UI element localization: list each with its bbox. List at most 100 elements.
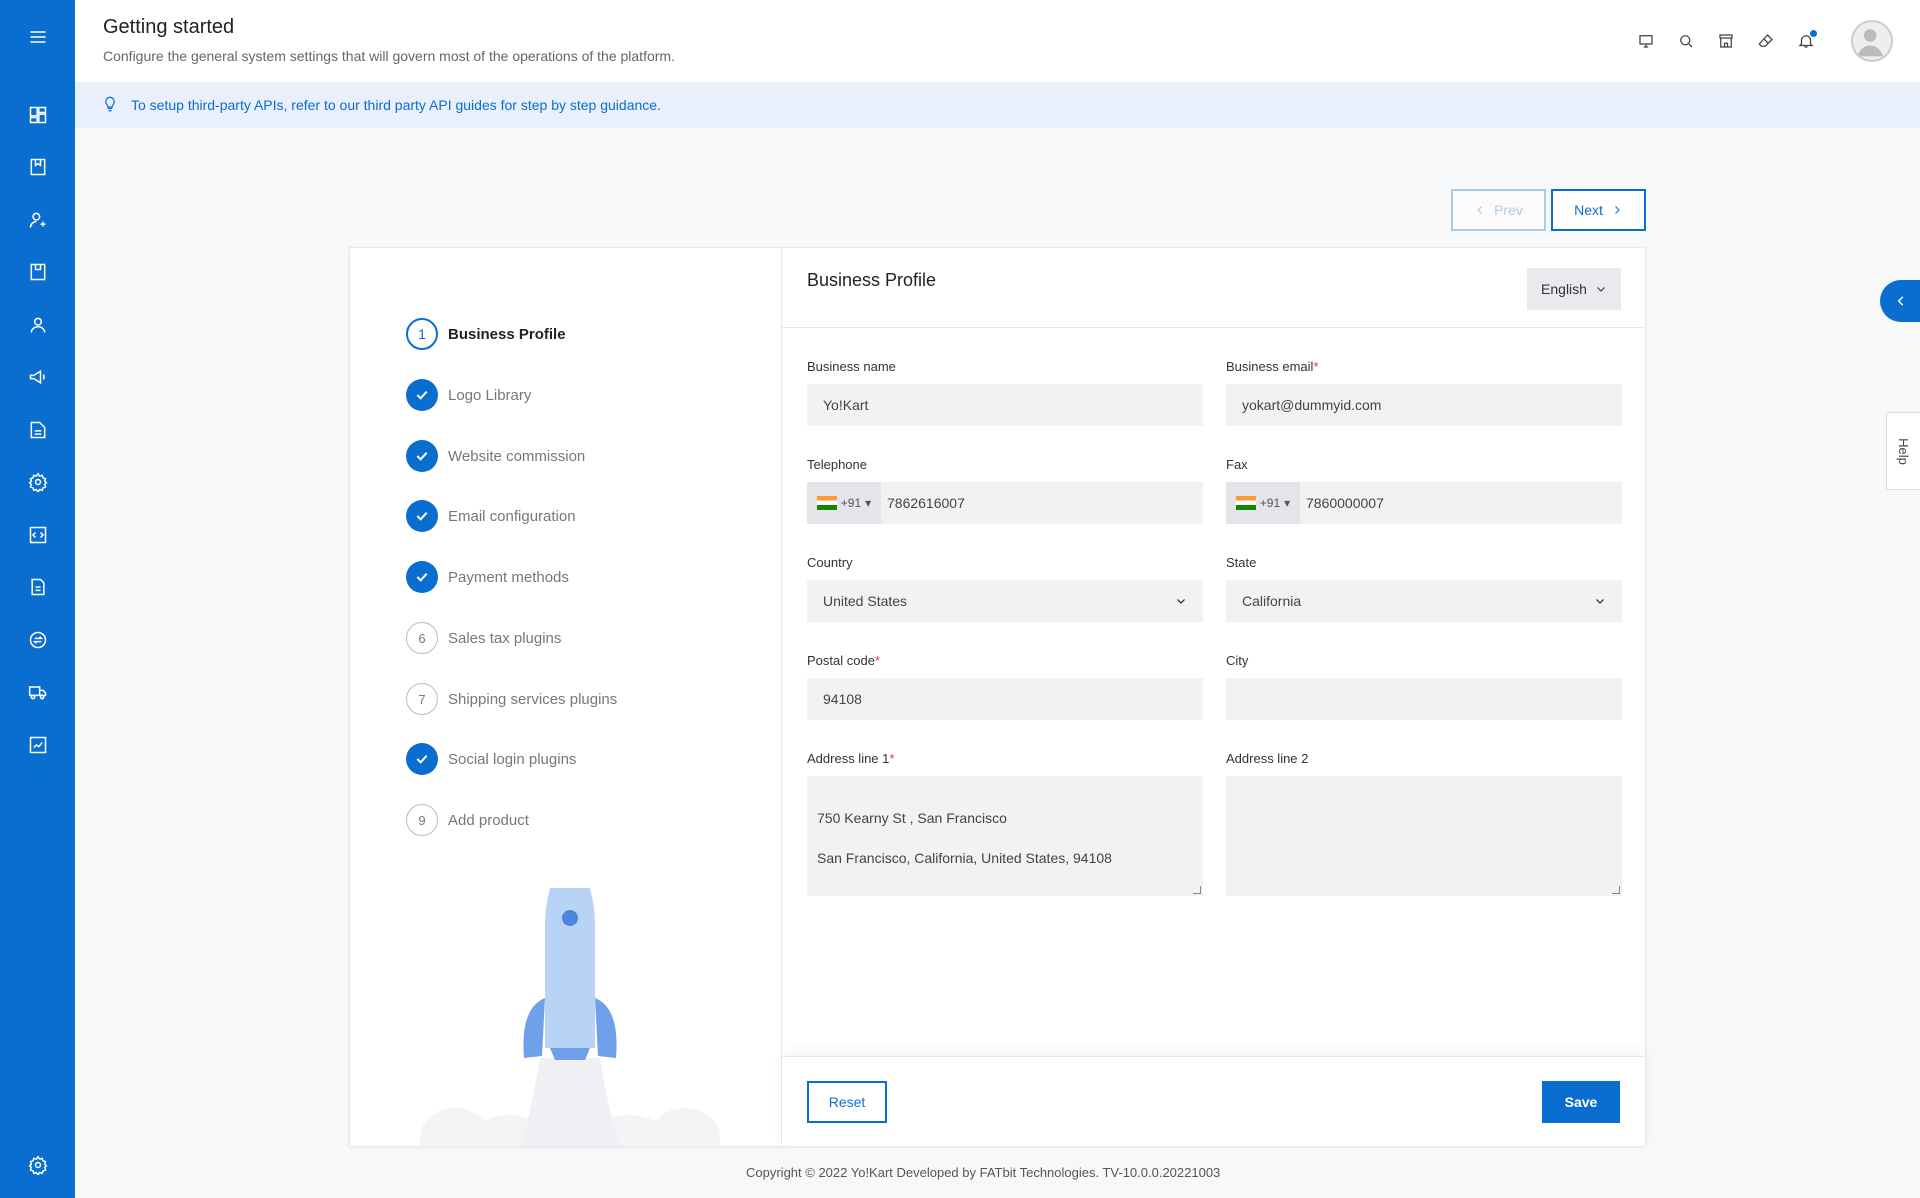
truck-icon[interactable]	[23, 677, 53, 707]
avatar[interactable]	[1851, 20, 1893, 62]
step-label: Social login plugins	[448, 750, 577, 768]
menu-icon[interactable]	[23, 22, 53, 52]
step-label: Email configuration	[448, 507, 576, 525]
info-notice: To setup third-party APIs, refer to our …	[75, 82, 1920, 128]
step-label: Business Profile	[448, 325, 566, 343]
form-header: Business Profile English	[782, 248, 1646, 328]
country-value: United States	[823, 593, 908, 609]
step-business-profile[interactable]: 1 Business Profile	[406, 317, 566, 351]
address-line-1-textarea[interactable]: 750 Kearny St , San Francisco San Franci…	[807, 776, 1203, 896]
lightbulb-icon	[101, 95, 121, 115]
chevron-left-icon	[1477, 206, 1482, 214]
page-subtitle: Configure the general system settings th…	[103, 48, 675, 64]
save-button[interactable]: Save	[1542, 1081, 1620, 1123]
step-label: Website commission	[448, 447, 586, 465]
check-icon	[406, 743, 438, 775]
chevron-left-icon	[1897, 296, 1904, 306]
store-icon[interactable]	[1713, 28, 1739, 54]
user-icon[interactable]	[23, 310, 53, 340]
business-name-label: Business name	[807, 359, 896, 374]
postal-code-label: Postal code*	[807, 653, 880, 668]
add-user-icon[interactable]	[23, 205, 53, 235]
step-number: 9	[406, 804, 438, 836]
setup-card: 1 Business Profile Logo Library Website …	[349, 247, 1646, 1147]
exchange-icon[interactable]	[23, 625, 53, 655]
telephone-dial-code-select[interactable]: +91 ▾	[807, 482, 881, 524]
india-flag-icon	[816, 496, 837, 510]
business-email-label: Business email*	[1226, 359, 1319, 374]
rocket-illustration	[420, 888, 720, 1146]
document-icon[interactable]	[23, 572, 53, 602]
dashboard-icon[interactable]	[23, 100, 53, 130]
step-social-login-plugins[interactable]: Social login plugins	[406, 742, 576, 776]
caret-down-icon: ▾	[1284, 496, 1291, 510]
form-title: Business Profile	[807, 270, 937, 290]
prev-label: Prev	[1494, 202, 1523, 218]
resize-handle[interactable]	[1193, 886, 1201, 894]
step-label: Payment methods	[448, 568, 569, 586]
step-label: Logo Library	[448, 386, 532, 404]
chevron-down-icon	[1177, 599, 1185, 604]
country-label: Country	[807, 555, 853, 570]
chevron-down-icon	[1596, 599, 1604, 604]
postal-code-input[interactable]: 94108	[807, 678, 1203, 720]
bell-icon[interactable]	[1793, 28, 1819, 54]
business-email-input[interactable]: yokart@dummyid.com	[1226, 384, 1622, 426]
city-input[interactable]	[1226, 678, 1622, 720]
check-icon	[406, 379, 438, 411]
next-label: Next	[1574, 202, 1603, 218]
fax-value: 7860000007	[1306, 495, 1384, 511]
eraser-icon[interactable]	[1753, 28, 1779, 54]
country-select[interactable]: United States	[807, 580, 1203, 622]
step-add-product[interactable]: 9 Add product	[406, 803, 529, 837]
step-payment-methods[interactable]: Payment methods	[406, 560, 569, 594]
search-icon[interactable]	[1673, 28, 1699, 54]
step-label: Sales tax plugins	[448, 629, 562, 647]
step-number: 6	[406, 622, 438, 654]
help-tab[interactable]: Help	[1886, 412, 1920, 490]
form-footer: Reset Save	[782, 1056, 1646, 1146]
step-website-commission[interactable]: Website commission	[406, 439, 585, 473]
check-icon	[406, 440, 438, 472]
india-flag-icon	[1235, 496, 1256, 510]
reset-button[interactable]: Reset	[807, 1081, 887, 1123]
chevron-right-icon	[1615, 206, 1620, 214]
language-select[interactable]: English	[1527, 268, 1621, 310]
telephone-input[interactable]: +91 ▾ 7862616007	[807, 482, 1203, 524]
telephone-value: 7862616007	[887, 495, 965, 511]
megaphone-icon[interactable]	[23, 362, 53, 392]
step-email-configuration[interactable]: Email configuration	[406, 499, 576, 533]
business-name-input[interactable]: Yo!Kart	[807, 384, 1203, 426]
code-icon[interactable]	[23, 520, 53, 550]
reports-icon[interactable]	[23, 415, 53, 445]
page-title: Getting started	[103, 16, 235, 38]
notice-text[interactable]: To setup third-party APIs, refer to our …	[131, 97, 661, 113]
header: Getting started Configure the general sy…	[75, 0, 1920, 82]
step-shipping-services-plugins[interactable]: 7 Shipping services plugins	[406, 682, 617, 716]
sidebar	[0, 0, 75, 1198]
fax-input[interactable]: +91 ▾ 7860000007	[1226, 482, 1622, 524]
city-label: City	[1226, 653, 1249, 668]
address-line-2-textarea[interactable]	[1226, 776, 1622, 896]
resize-handle[interactable]	[1612, 886, 1620, 894]
prev-button[interactable]: Prev	[1451, 189, 1546, 231]
step-logo-library[interactable]: Logo Library	[406, 378, 531, 412]
orders-icon[interactable]	[23, 257, 53, 287]
caret-down-icon: ▾	[865, 496, 872, 510]
address-line-2-label: Address line 2	[1226, 751, 1309, 766]
step-sales-tax-plugins[interactable]: 6 Sales tax plugins	[406, 621, 561, 655]
gear-icon[interactable]	[23, 1150, 53, 1180]
settings-icon[interactable]	[23, 467, 53, 497]
state-value: California	[1242, 593, 1302, 609]
next-button[interactable]: Next	[1551, 189, 1646, 231]
monitor-icon[interactable]	[1633, 28, 1659, 54]
step-number: 1	[406, 318, 438, 350]
side-panel-toggle[interactable]	[1880, 280, 1920, 322]
state-select[interactable]: California	[1226, 580, 1622, 622]
catalog-icon[interactable]	[23, 152, 53, 182]
step-number: 7	[406, 683, 438, 715]
fax-dial-code-select[interactable]: +91 ▾	[1226, 482, 1300, 524]
analytics-icon[interactable]	[23, 730, 53, 760]
step-label: Shipping services plugins	[448, 690, 618, 708]
telephone-label: Telephone	[807, 457, 867, 472]
